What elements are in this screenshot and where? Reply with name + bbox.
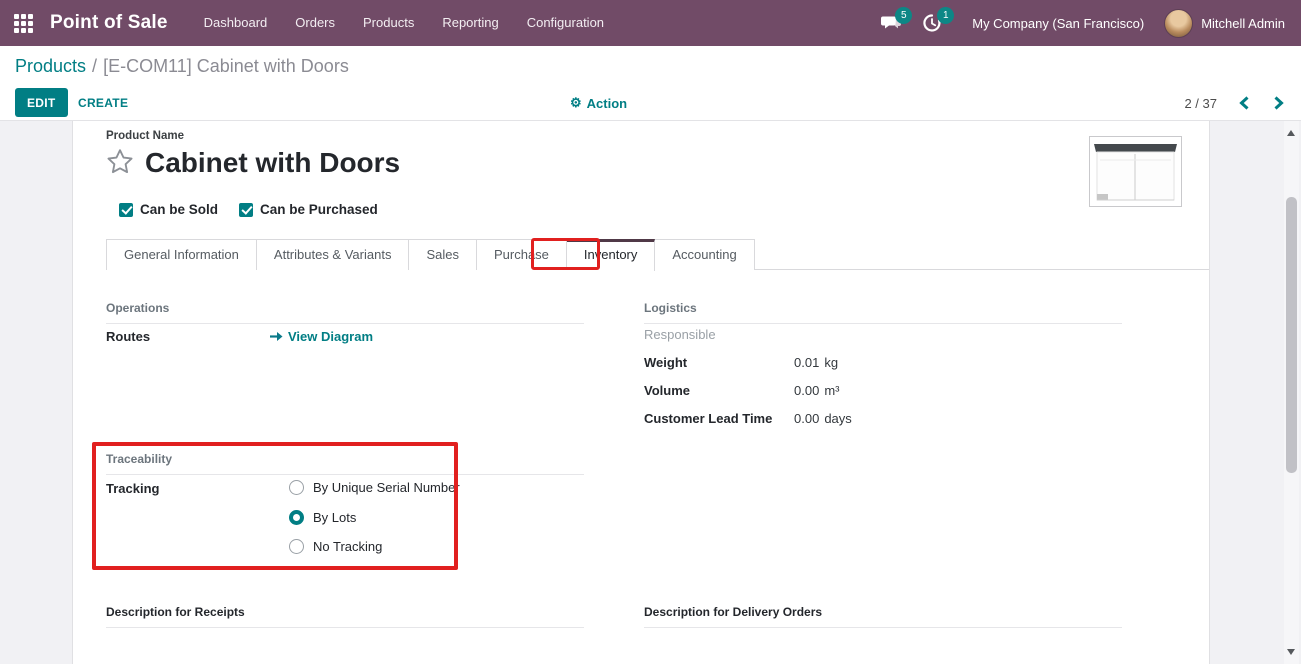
main-menu: Dashboard Orders Products Reporting Conf… (190, 0, 618, 46)
customer-lead-time-field: Customer Lead Time 0.00 days (644, 411, 852, 426)
product-name-label: Product Name (106, 130, 184, 142)
description-receipts-title: Description for Receipts (106, 605, 584, 628)
chevron-right-icon (1274, 96, 1284, 110)
description-delivery-title: Description for Delivery Orders (644, 605, 1122, 628)
pager-count: 2 / 37 (1184, 95, 1217, 111)
product-image[interactable] (1089, 136, 1182, 207)
traceability-section-title: Traceability (106, 452, 584, 475)
weight-field: Weight 0.01 kg (644, 355, 838, 370)
tab-general-information[interactable]: General Information (106, 239, 257, 270)
weight-label: Weight (644, 355, 688, 370)
customer-lead-time-label: Customer Lead Time (644, 411, 773, 426)
responsible-field[interactable]: Responsible (644, 327, 794, 342)
can-be-purchased-checkbox[interactable]: Can be Purchased (239, 202, 378, 217)
menu-products[interactable]: Products (349, 0, 428, 46)
vertical-scrollbar[interactable] (1284, 121, 1299, 664)
tracking-option-none[interactable]: No Tracking (289, 539, 382, 554)
operations-section-title: Operations (106, 301, 584, 324)
control-panel: EDIT CREATE ⚙ Action 2 / 37 (0, 86, 1301, 121)
cabinet-image (1094, 144, 1177, 201)
volume-unit: m³ (824, 383, 840, 398)
action-menu[interactable]: ⚙ Action (570, 86, 627, 120)
can-be-sold-checkbox[interactable]: Can be Sold (119, 202, 218, 217)
notebook-tabs: General Information Attributes & Variant… (106, 239, 1209, 271)
activities-icon[interactable]: 1 (922, 7, 955, 33)
favorite-star-icon[interactable] (106, 148, 134, 180)
scrollbar-thumb[interactable] (1286, 197, 1297, 473)
checkbox-checked-icon[interactable] (119, 202, 133, 217)
radio-unchecked-icon[interactable] (289, 539, 304, 554)
arrow-right-icon (270, 332, 283, 341)
form-sheet: Product Name Cabinet with Doors Can be S… (72, 121, 1210, 664)
breadcrumb: Products / [E-COM11] Cabinet with Doors (0, 46, 1301, 86)
user-menu[interactable]: Mitchell Admin (1164, 8, 1285, 38)
customer-lead-time-value: 0.00 days (794, 411, 852, 426)
tab-accounting[interactable]: Accounting (655, 239, 755, 270)
volume-field: Volume 0.00 m³ (644, 383, 839, 398)
navbar-right: 5 1 My Company (San Francisco) Mitchell … (880, 7, 1285, 38)
lead-time-unit: days (824, 411, 852, 426)
menu-dashboard[interactable]: Dashboard (190, 0, 282, 46)
volume-label: Volume (644, 383, 690, 398)
weight-unit: kg (824, 355, 839, 370)
logistics-section-title: Logistics (644, 301, 1122, 324)
product-title: Cabinet with Doors (145, 147, 401, 178)
responsible-label: Responsible (644, 327, 716, 342)
create-button[interactable]: CREATE (78, 88, 128, 117)
menu-reporting[interactable]: Reporting (428, 0, 512, 46)
page: Point of Sale Dashboard Orders Products … (0, 0, 1301, 664)
menu-configuration[interactable]: Configuration (513, 0, 618, 46)
apps-menu-icon[interactable] (14, 13, 33, 33)
tab-inventory[interactable]: Inventory (566, 239, 656, 271)
messages-badge: 5 (895, 7, 913, 24)
breadcrumb-current: [E-COM11] Cabinet with Doors (103, 55, 349, 76)
routes-label: Routes (106, 329, 151, 344)
weight-value: 0.01 kg (794, 355, 839, 370)
user-avatar (1164, 8, 1194, 38)
activities-badge: 1 (937, 7, 955, 24)
gear-icon: ⚙ (570, 95, 582, 110)
form-body: Product Name Cabinet with Doors Can be S… (0, 121, 1301, 664)
tracking-option-serial[interactable]: By Unique Serial Number (289, 480, 460, 495)
edit-button[interactable]: EDIT (15, 88, 68, 117)
tab-sales[interactable]: Sales (409, 239, 477, 270)
tab-attributes-variants[interactable]: Attributes & Variants (256, 239, 410, 270)
user-name: Mitchell Admin (1201, 15, 1285, 31)
chevron-left-icon (1239, 96, 1249, 110)
breadcrumb-separator: / (92, 55, 98, 76)
tracking-label: Tracking (106, 481, 160, 496)
breadcrumb-products-link[interactable]: Products (15, 56, 86, 77)
menu-orders[interactable]: Orders (281, 0, 349, 46)
radio-checked-icon[interactable] (289, 510, 304, 525)
radio-unchecked-icon[interactable] (289, 480, 304, 495)
tracking-option-lots[interactable]: By Lots (289, 510, 356, 525)
scroll-down-arrow-icon[interactable] (1287, 649, 1295, 655)
checkbox-checked-icon[interactable] (239, 202, 254, 217)
pager-previous-button[interactable] (1238, 95, 1251, 111)
top-navbar: Point of Sale Dashboard Orders Products … (0, 0, 1301, 46)
product-flags: Can be Sold Can be Purchased (119, 202, 378, 217)
routes-field: Routes View Diagram (106, 329, 373, 344)
can-be-sold-label: Can be Sold (140, 202, 219, 217)
app-name[interactable]: Point of Sale (50, 12, 168, 34)
company-switcher[interactable]: My Company (San Francisco) (972, 16, 1144, 31)
view-diagram-link[interactable]: View Diagram (269, 329, 373, 344)
tracking-field: Tracking (106, 481, 269, 496)
tab-purchase[interactable]: Purchase (476, 239, 567, 270)
scroll-up-arrow-icon[interactable] (1287, 130, 1295, 136)
volume-value: 0.00 m³ (794, 383, 840, 398)
pager: 2 / 37 (1184, 86, 1285, 120)
can-be-purchased-label: Can be Purchased (260, 202, 378, 217)
action-label: Action (586, 95, 628, 111)
messages-icon[interactable]: 5 (880, 7, 913, 33)
pager-next-button[interactable] (1272, 95, 1285, 111)
